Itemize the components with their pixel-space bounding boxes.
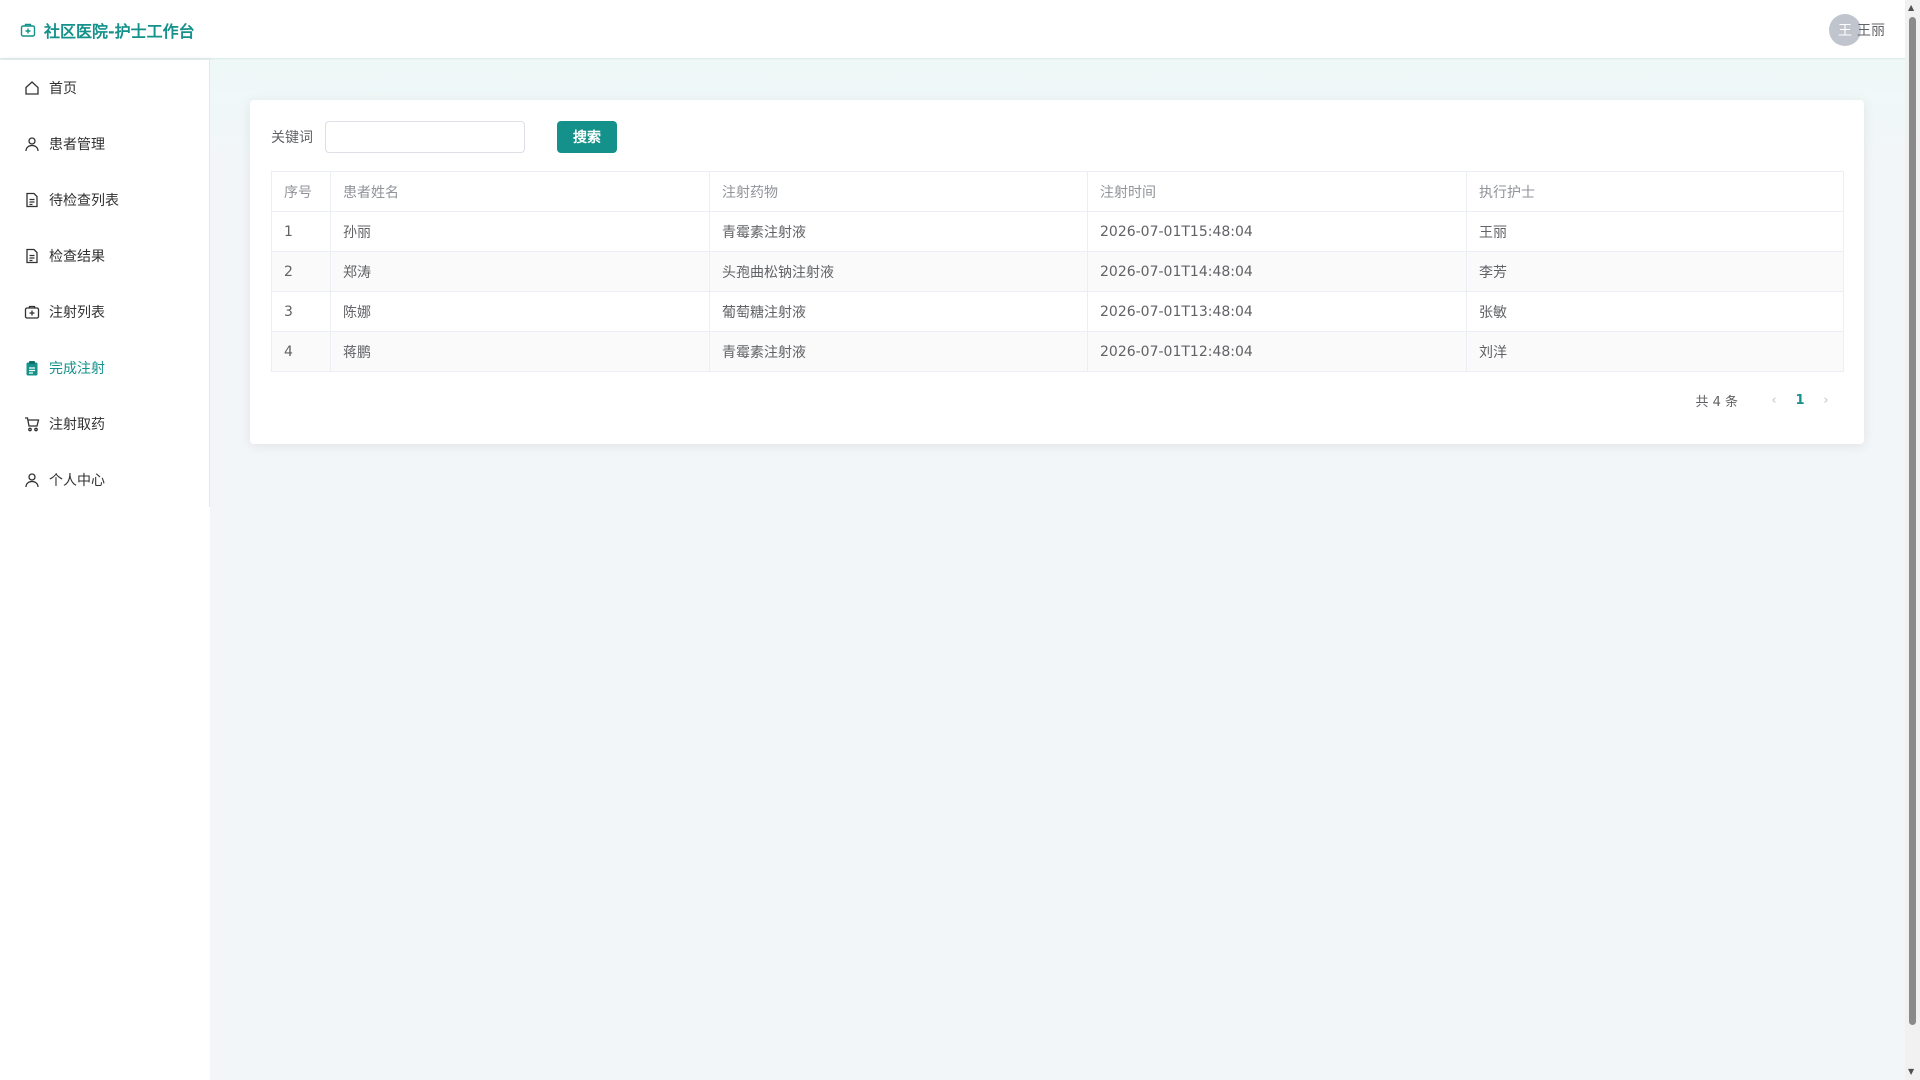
- table-row[interactable]: 3 陈娜 葡萄糖注射液 2026-07-01T13:48:04 张敏: [271, 291, 1844, 332]
- injection-card: 关键词 搜索 序号 患者姓名 注射药物 注射时间 执行护士 1 孙丽 青霉素注射…: [250, 100, 1864, 444]
- pagination: 共 4 条 ‹ 1 ›: [1695, 391, 1836, 410]
- sidebar-item-completed-injections[interactable]: 完成注射: [0, 340, 210, 396]
- cell-injection-time: 2026-07-01T13:48:04: [1087, 291, 1467, 332]
- sidebar-item-label: 患者管理: [49, 137, 105, 153]
- cell-medicine: 葡萄糖注射液: [709, 291, 1088, 332]
- cell-injection-time: 2026-07-01T14:48:04: [1087, 251, 1467, 292]
- cell-index: 3: [271, 291, 331, 332]
- user-icon: [25, 473, 39, 488]
- column-header-injection-time[interactable]: 注射时间: [1087, 171, 1467, 212]
- main-content: 关键词 搜索 序号 患者姓名 注射药物 注射时间 执行护士 1 孙丽 青霉素注射…: [210, 60, 1905, 1080]
- cell-index: 2: [271, 251, 331, 292]
- document-icon: [26, 192, 38, 208]
- cell-injection-time: 2026-07-01T12:48:04: [1087, 331, 1467, 372]
- cell-injection-time: 2026-07-01T15:48:04: [1087, 211, 1467, 252]
- scroll-up-arrow-icon[interactable]: ▲: [1908, 3, 1914, 13]
- sidebar-item-exam-results[interactable]: 检查结果: [0, 228, 210, 284]
- app-title: 社区医院-护士工作台: [44, 22, 195, 41]
- table-row[interactable]: 1 孙丽 青霉素注射液 2026-07-01T15:48:04 王丽: [271, 211, 1844, 252]
- injection-table: 序号 患者姓名 注射药物 注射时间 执行护士 1 孙丽 青霉素注射液 2026-…: [271, 171, 1844, 372]
- search-label: 关键词: [271, 130, 313, 146]
- sidebar-item-profile[interactable]: 个人中心: [0, 452, 210, 508]
- first-aid-kit-icon: [24, 305, 40, 319]
- vertical-scrollbar[interactable]: ▲ ▼: [1905, 0, 1920, 1080]
- sidebar-item-injection-list[interactable]: 注射列表: [0, 284, 210, 340]
- scroll-down-arrow-icon[interactable]: ▼: [1908, 1067, 1914, 1077]
- sidebar-item-label: 检查结果: [49, 249, 105, 265]
- cell-nurse: 王丽: [1466, 211, 1844, 252]
- page-number-button[interactable]: 1: [1784, 393, 1816, 408]
- column-header-medicine[interactable]: 注射药物: [709, 171, 1088, 212]
- cell-medicine: 头孢曲松钠注射液: [709, 251, 1088, 292]
- sidebar-item-label: 完成注射: [49, 361, 105, 377]
- user-name[interactable]: 王丽: [1857, 20, 1885, 40]
- cell-patient-name: 孙丽: [330, 211, 710, 252]
- document-icon: [26, 248, 38, 264]
- cell-medicine: 青霉素注射液: [709, 331, 1088, 372]
- table-row[interactable]: 2 郑涛 头孢曲松钠注射液 2026-07-01T14:48:04 李芳: [271, 251, 1844, 292]
- table-header-row: 序号 患者姓名 注射药物 注射时间 执行护士: [271, 171, 1844, 212]
- clipboard-icon: [26, 361, 38, 376]
- search-button[interactable]: 搜索: [557, 121, 617, 153]
- cell-nurse: 李芳: [1466, 251, 1844, 292]
- next-page-button[interactable]: ›: [1816, 393, 1836, 408]
- keyword-input[interactable]: [325, 121, 525, 153]
- first-aid-kit-icon: [20, 23, 36, 37]
- cell-index: 4: [271, 331, 331, 372]
- cell-nurse: 刘洋: [1466, 331, 1844, 372]
- sidebar-item-pending-exams[interactable]: 待检查列表: [0, 172, 210, 228]
- column-header-index[interactable]: 序号: [271, 171, 331, 212]
- sidebar-item-label: 注射列表: [49, 305, 105, 321]
- cell-patient-name: 郑涛: [330, 251, 710, 292]
- sidebar-item-label: 首页: [49, 81, 77, 97]
- prev-page-button[interactable]: ‹: [1764, 393, 1784, 408]
- pagination-total: 共 4 条: [1695, 395, 1738, 410]
- user-icon: [25, 137, 39, 152]
- cell-medicine: 青霉素注射液: [709, 211, 1088, 252]
- user-menu[interactable]: 王 王丽: [1829, 14, 1885, 46]
- sidebar-item-label: 待检查列表: [49, 193, 119, 209]
- cell-patient-name: 蒋鹏: [330, 331, 710, 372]
- column-header-patient-name[interactable]: 患者姓名: [330, 171, 710, 212]
- search-bar: 关键词 搜索: [271, 121, 617, 153]
- home-icon: [25, 81, 39, 95]
- scroll-thumb[interactable]: [1909, 17, 1916, 1025]
- top-header: 社区医院-护士工作台 王 王丽: [0, 0, 1905, 59]
- sidebar-item-home[interactable]: 首页: [0, 60, 210, 116]
- cart-icon: [25, 417, 40, 432]
- sidebar-item-patients[interactable]: 患者管理: [0, 116, 210, 172]
- sidebar-item-label: 注射取药: [49, 417, 105, 433]
- sidebar-item-label: 个人中心: [49, 473, 105, 489]
- cell-patient-name: 陈娜: [330, 291, 710, 332]
- table-row[interactable]: 4 蒋鹏 青霉素注射液 2026-07-01T12:48:04 刘洋: [271, 331, 1844, 372]
- cell-nurse: 张敏: [1466, 291, 1844, 332]
- column-header-nurse[interactable]: 执行护士: [1466, 171, 1844, 212]
- sidebar: 首页 患者管理 待检查列表 检查结果 注射列表 完成注射 注射取药 个人中心: [0, 60, 210, 1080]
- cell-index: 1: [271, 211, 331, 252]
- app-brand[interactable]: 社区医院-护士工作台: [20, 18, 195, 42]
- sidebar-item-injection-pickup[interactable]: 注射取药: [0, 396, 210, 452]
